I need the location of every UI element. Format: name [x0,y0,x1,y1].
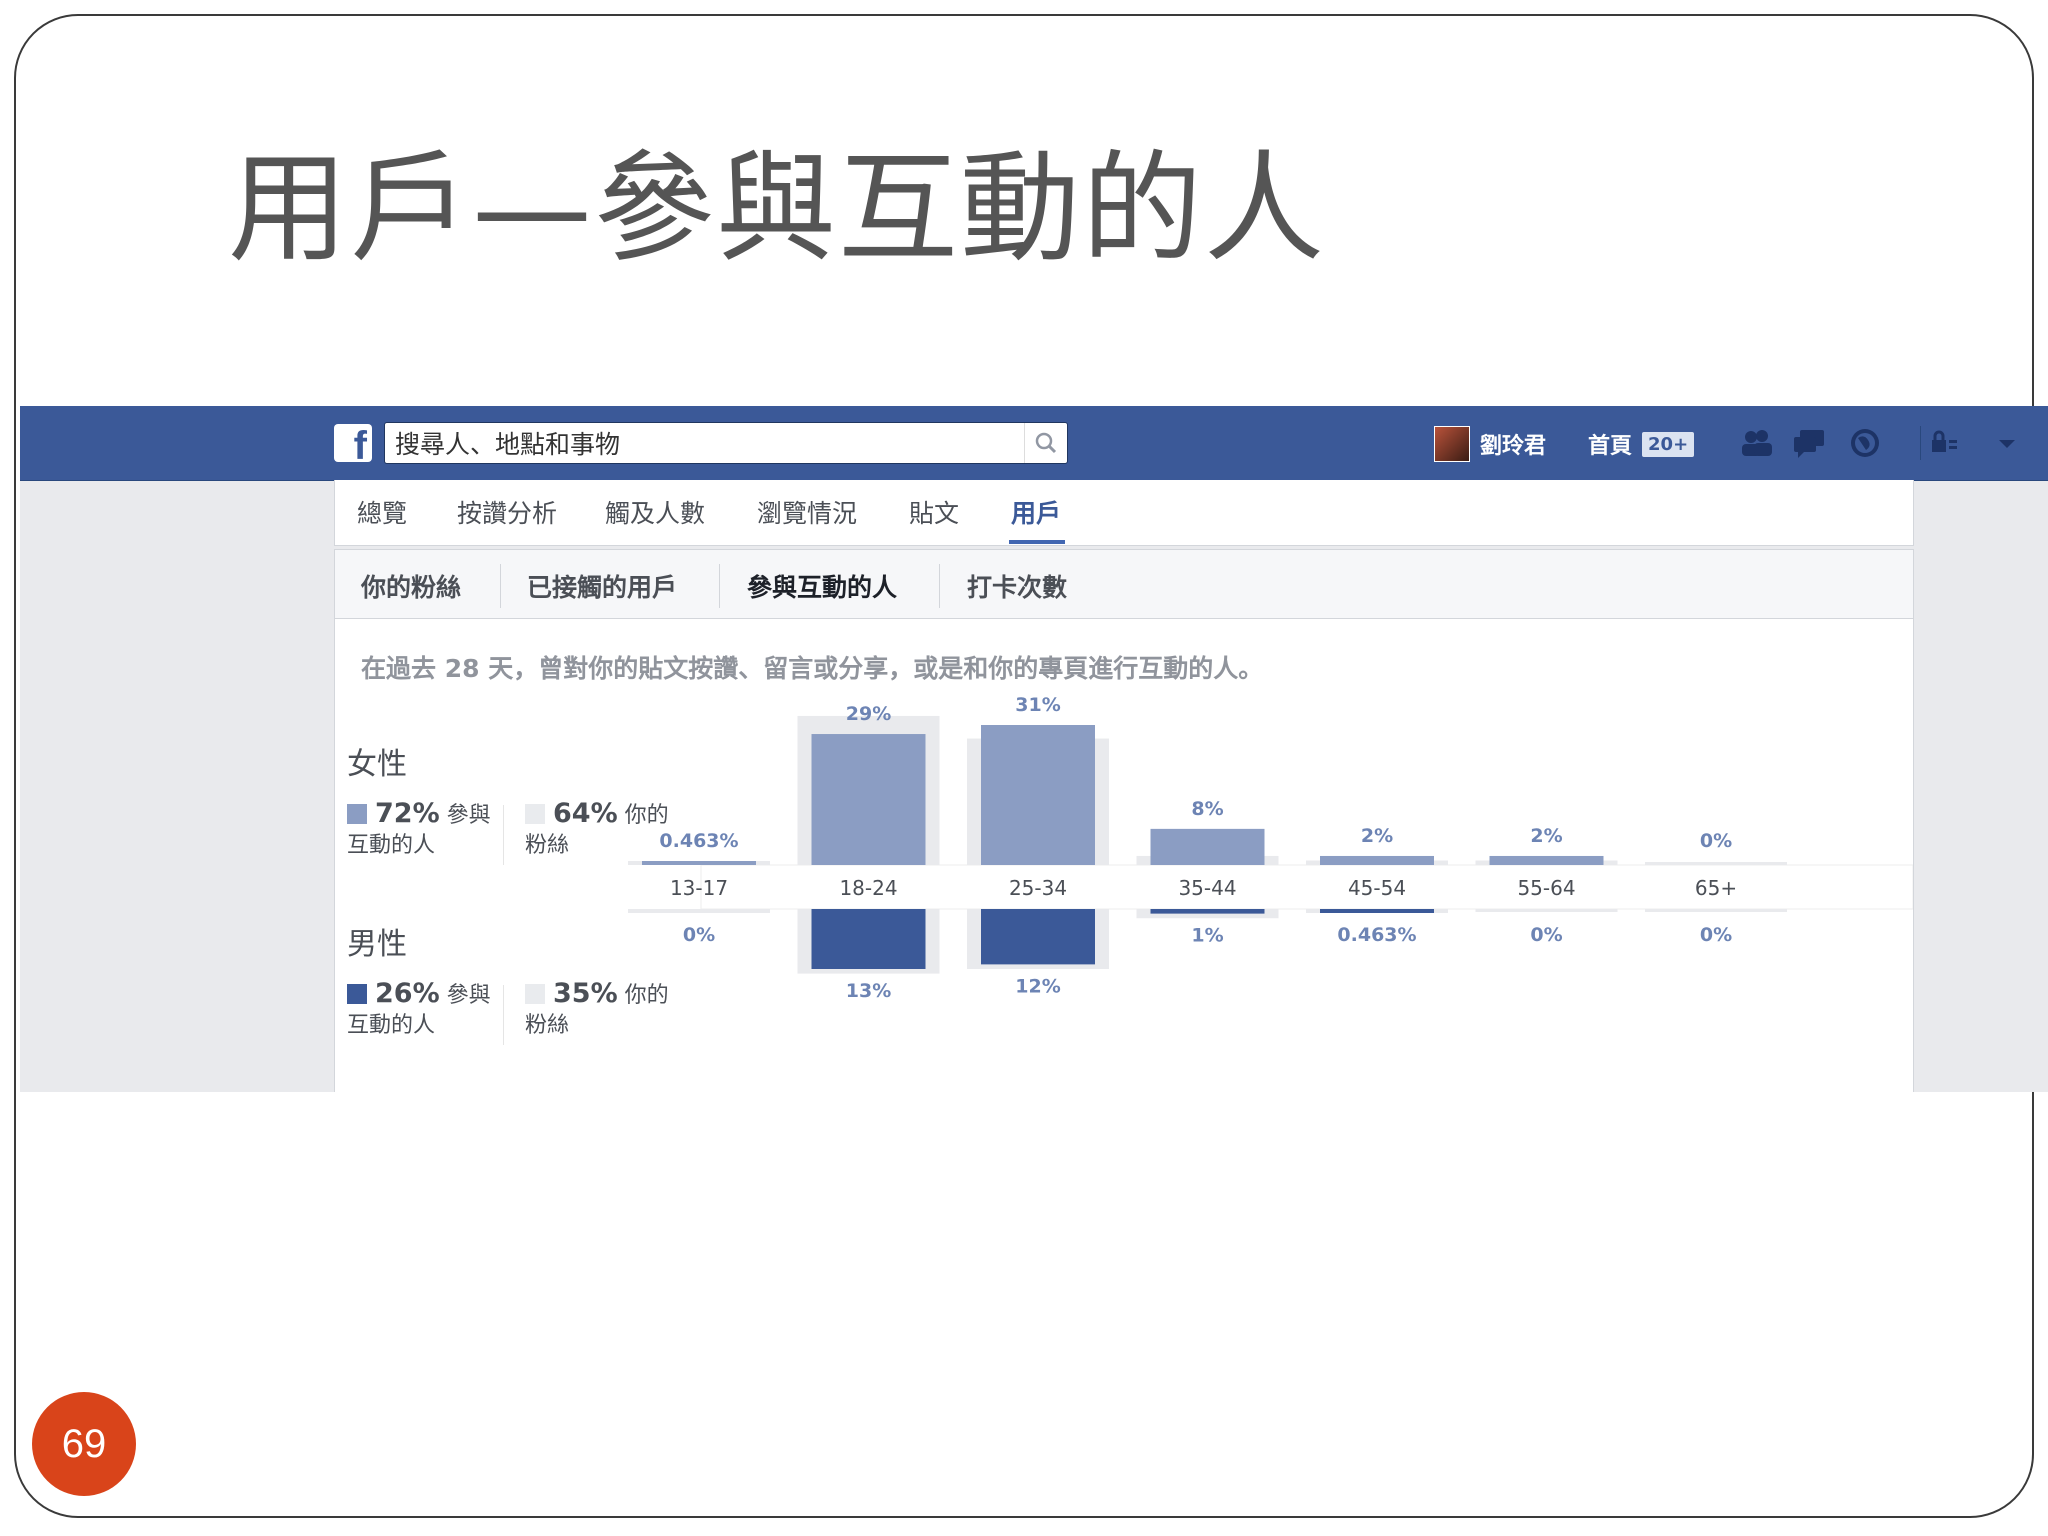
home-badge: 20+ [1642,431,1695,457]
subtab-people-engaged[interactable]: 參與互動的人 [747,568,897,604]
fans-bar-men [1475,909,1618,912]
tab-visits[interactable]: 瀏覽情況 [757,494,857,530]
age-category-label: 35-44 [1178,876,1236,900]
notifications-globe-icon[interactable] [1848,426,1882,460]
search-button[interactable] [1024,423,1067,463]
women-bar [811,734,926,865]
search-icon [1035,432,1057,454]
men-value-label: 0.463% [1337,924,1416,946]
tab-overview[interactable]: 總覽 [357,494,407,530]
privacy-shortcuts-icon[interactable] [1928,426,1962,460]
home-label: 首頁 [1588,434,1633,459]
subtab-people-reached[interactable]: 已接觸的用戶 [527,568,677,604]
women-value-label: 29% [846,703,891,725]
women-value-label: 2% [1530,825,1562,847]
age-category-label: 45-54 [1348,876,1406,900]
subtab-check-ins[interactable]: 打卡次數 [967,568,1067,604]
avatar [1434,426,1470,462]
subtab-divider [939,564,940,608]
home-link[interactable]: 首頁 20+ [1588,424,1695,464]
search-input[interactable] [393,427,1017,461]
tab-likes[interactable]: 按讚分析 [457,494,557,530]
men-bar [1150,909,1265,914]
active-tab-indicator [1009,540,1065,544]
men-bar [811,909,926,969]
men-value-label: 12% [1015,975,1060,997]
men-bar [981,909,1095,965]
subtab-your-fans[interactable]: 你的粉絲 [361,568,461,604]
women-bar [1320,855,1434,865]
fans-bar-women [1645,862,1787,865]
men-value-label: 0% [1700,924,1732,946]
messages-icon[interactable] [1792,426,1826,460]
insights-tabs: 總覽 按讚分析 觸及人數 瀏覽情況 貼文 用戶 [334,480,1914,546]
slide-title: 用戶—參與互動的人 [228,140,1326,279]
age-category-label: 65+ [1695,876,1737,900]
age-category-label: 25-34 [1009,876,1067,900]
tab-people[interactable]: 用戶 [1011,494,1061,530]
facebook-insights-screenshot: f 劉玲君 首頁 20+ [20,406,2048,1092]
age-category-label: 18-24 [839,876,897,900]
facebook-logo-icon[interactable]: f [334,424,372,462]
friend-requests-icon[interactable] [1740,426,1774,460]
profile-link[interactable]: 劉玲君 [1434,424,1546,464]
fans-bar-men [1645,909,1787,912]
men-value-label: 0% [683,924,715,946]
people-subtabs: 你的粉絲 已接觸的用戶 參與互動的人 打卡次數 [334,549,1914,619]
user-name: 劉玲君 [1480,434,1547,459]
women-value-label: 31% [1015,694,1060,716]
page-number-badge: 69 [32,1392,136,1496]
men-value-label: 13% [846,980,891,1002]
tab-reach[interactable]: 觸及人數 [605,494,705,530]
men-value-label: 0% [1530,924,1562,946]
men-bar [1320,909,1434,913]
women-bar [642,861,756,865]
facebook-topbar: f 劉玲君 首頁 20+ [20,406,2048,481]
women-value-label: 8% [1191,798,1223,820]
women-bar [1489,855,1604,865]
women-value-label: 0% [1700,830,1732,852]
search-box[interactable] [384,422,1068,464]
subtab-divider [719,564,720,608]
women-bar [1150,828,1265,865]
men-value-label: 1% [1191,925,1223,947]
subtab-divider [500,564,501,608]
fans-bar-men [628,909,770,913]
age-gender-chart: 0.463% 0% 13-17 29% 13% 18-24 31% 12% 25-34 8% 1% 3… [628,694,1913,1002]
chevron-down-icon[interactable] [1990,426,2024,460]
age-category-label: 55-64 [1517,876,1575,900]
people-engaged-panel: 在過去 28 天，曾對你的貼文按讚、留言或分享，或是和你的專頁進行互動的人。 女… [334,619,1914,1092]
age-category-label: 13-17 [670,876,728,900]
tab-posts[interactable]: 貼文 [909,494,959,530]
women-value-label: 2% [1361,825,1393,847]
women-bar [981,725,1095,865]
women-value-label: 0.463% [659,830,738,852]
